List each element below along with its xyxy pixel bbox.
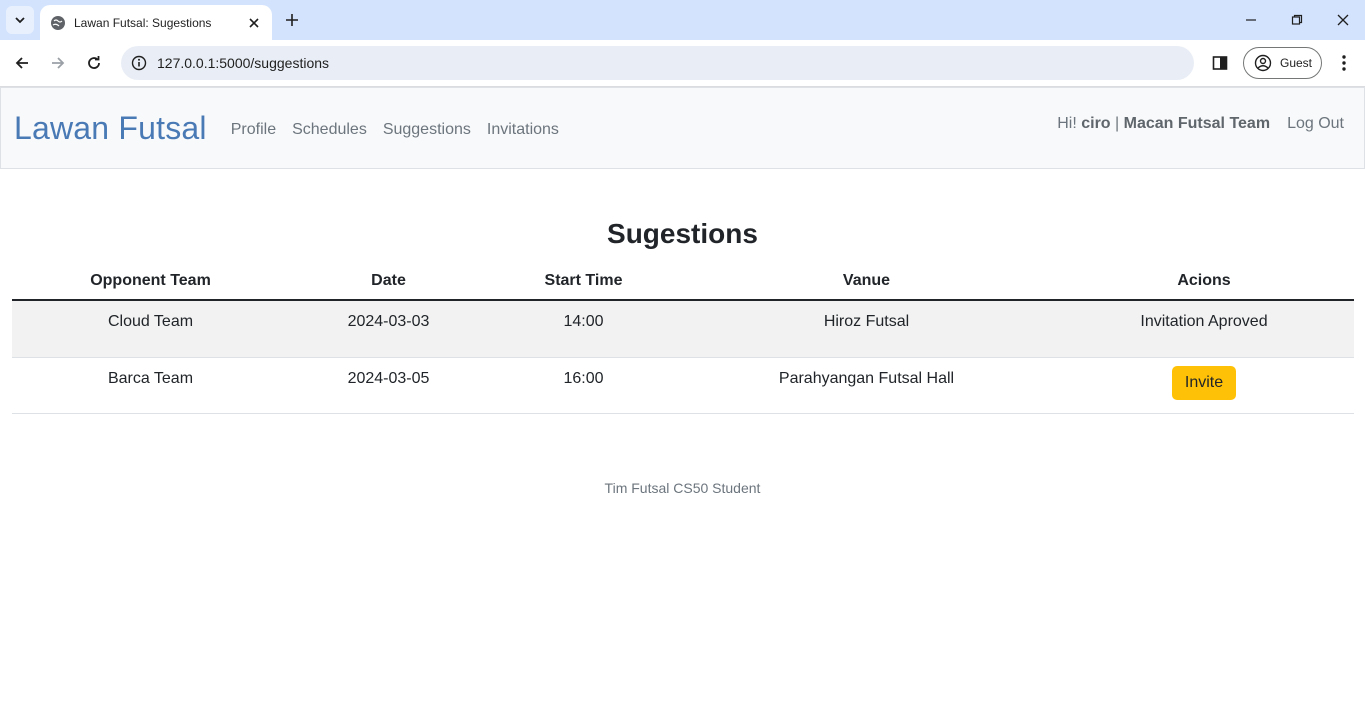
column-header-opponent-team: Opponent Team <box>12 263 289 301</box>
nav-link-suggestions[interactable]: Suggestions <box>383 121 471 139</box>
cell-date: 2024-03-05 <box>289 357 488 414</box>
column-header-start-time: Start Time <box>488 263 679 301</box>
tab-search-button[interactable] <box>6 6 34 34</box>
logout-link[interactable]: Log Out <box>1287 115 1344 133</box>
url-text: 127.0.0.1:5000/suggestions <box>157 55 330 71</box>
cell-action: Invite <box>1054 357 1354 414</box>
username: ciro <box>1081 115 1111 132</box>
reload-button[interactable] <box>82 51 106 75</box>
side-panel-button[interactable] <box>1208 51 1232 75</box>
cell-start-time: 14:00 <box>488 300 679 358</box>
cell-opponent-team: Cloud Team <box>12 300 289 358</box>
new-tab-button[interactable] <box>282 10 302 30</box>
table-row: Barca Team 2024-03-05 16:00 Parahyangan … <box>12 357 1354 414</box>
team-name: Macan Futsal Team <box>1123 115 1271 132</box>
cell-date: 2024-03-03 <box>289 300 488 358</box>
cell-action-status: Invitation Aproved <box>1054 300 1354 358</box>
arrow-left-icon <box>15 57 28 69</box>
minimize-button[interactable] <box>1241 10 1261 30</box>
profile-button[interactable]: Guest <box>1243 47 1322 79</box>
close-icon <box>1337 14 1349 26</box>
browser-menu-button[interactable] <box>1332 51 1356 75</box>
invite-button[interactable]: Invite <box>1171 365 1237 400</box>
cell-venue: Hiroz Futsal <box>679 300 1054 358</box>
cell-venue: Parahyangan Futsal Hall <box>679 357 1054 414</box>
reload-icon <box>88 56 100 69</box>
account-circle-icon <box>1254 54 1272 72</box>
side-panel-icon <box>1212 56 1228 70</box>
cell-opponent-team: Barca Team <box>12 357 289 414</box>
browser-toolbar: 127.0.0.1:5000/suggestions Guest <box>0 40 1365 87</box>
nav-link-schedules[interactable]: Schedules <box>292 121 367 139</box>
separator: | <box>1115 115 1120 132</box>
nav-link-invitations[interactable]: Invitations <box>487 121 559 139</box>
plus-icon <box>286 14 298 26</box>
restore-button[interactable] <box>1287 10 1307 30</box>
page-title: Sugestions <box>607 218 758 249</box>
suggestions-table: Opponent Team Date Start Time Vanue Acio… <box>12 263 1354 414</box>
minimize-icon <box>1246 19 1256 21</box>
cell-start-time: 16:00 <box>488 357 679 414</box>
greeting-prefix: Hi! <box>1057 115 1077 132</box>
close-tab-icon[interactable] <box>246 15 262 31</box>
back-button[interactable] <box>10 51 34 75</box>
column-header-venue: Vanue <box>679 263 1054 301</box>
user-info: Hi! ciro | Macan Futsal Team Log Out <box>1057 115 1344 133</box>
browser-tab[interactable]: Lawan Futsal: Sugestions <box>40 5 272 40</box>
profile-label: Guest <box>1280 56 1313 70</box>
close-window-button[interactable] <box>1333 10 1353 30</box>
address-bar[interactable]: 127.0.0.1:5000/suggestions <box>121 46 1194 80</box>
footer-text: Tim Futsal CS50 Student <box>604 480 761 496</box>
forward-button[interactable] <box>46 51 70 75</box>
site-navbar: Lawan Futsal Profile Schedules Suggestio… <box>0 87 1365 169</box>
table-row: Cloud Team 2024-03-03 14:00 Hiroz Futsal… <box>12 300 1354 358</box>
arrow-right-icon <box>52 57 65 69</box>
nav-links: Profile Schedules Suggestions Invitation… <box>231 121 575 139</box>
brand-logo-link[interactable]: Lawan Futsal <box>14 110 207 147</box>
chevron-down-icon <box>15 17 25 24</box>
column-header-date: Date <box>289 263 488 301</box>
nav-link-profile[interactable]: Profile <box>231 121 276 139</box>
globe-icon <box>50 15 66 31</box>
tab-title: Lawan Futsal: Sugestions <box>74 15 212 30</box>
more-vert-icon <box>1342 55 1346 71</box>
column-header-actions: Acions <box>1054 263 1354 301</box>
site-info-icon[interactable] <box>129 53 149 73</box>
restore-icon <box>1291 14 1303 25</box>
browser-tabstrip: Lawan Futsal: Sugestions <box>0 0 1365 40</box>
